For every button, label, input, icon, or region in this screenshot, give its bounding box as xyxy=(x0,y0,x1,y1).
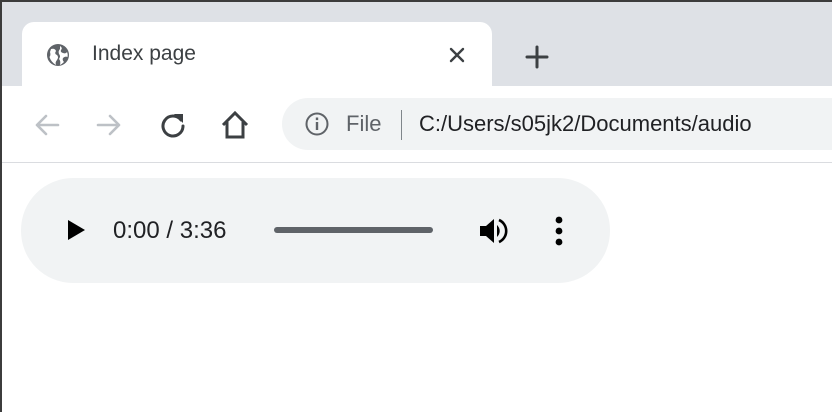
arrow-right-icon xyxy=(96,114,121,136)
globe-icon xyxy=(46,43,70,67)
reload-button[interactable] xyxy=(156,108,190,142)
volume-button[interactable] xyxy=(477,216,511,246)
tab-index-page[interactable]: Index page xyxy=(22,22,492,88)
play-button[interactable] xyxy=(63,217,89,243)
new-tab-icon[interactable] xyxy=(522,42,552,72)
address-bar[interactable]: File C:/Users/s05jk2/Documents/audio xyxy=(282,98,832,150)
url-scheme-label: File xyxy=(346,111,382,136)
url-text[interactable]: C:/Users/s05jk2/Documents/audio xyxy=(419,111,752,137)
reload-icon xyxy=(161,114,185,138)
forward-button[interactable] xyxy=(92,108,126,142)
volume-icon xyxy=(480,218,508,244)
info-icon[interactable] xyxy=(304,111,330,137)
tab-close-icon[interactable] xyxy=(444,42,470,68)
back-button[interactable] xyxy=(30,108,64,142)
address-separator xyxy=(401,110,402,140)
time-display: 0:00 / 3:36 xyxy=(113,217,227,244)
more-options-icon[interactable] xyxy=(549,214,569,248)
progress-slider[interactable] xyxy=(274,227,433,233)
arrow-left-icon xyxy=(35,114,60,136)
home-icon xyxy=(221,110,249,139)
browser-toolbar: File C:/Users/s05jk2/Documents/audio xyxy=(2,86,832,163)
tab-strip: Index page xyxy=(2,2,832,88)
play-icon xyxy=(68,220,85,240)
tab-title: Index page xyxy=(92,42,196,65)
browser-window: Index page File C:/Users/s05jk2/Document… xyxy=(0,0,832,412)
home-button[interactable] xyxy=(218,108,252,142)
audio-player: 0:00 / 3:36 xyxy=(21,178,610,283)
